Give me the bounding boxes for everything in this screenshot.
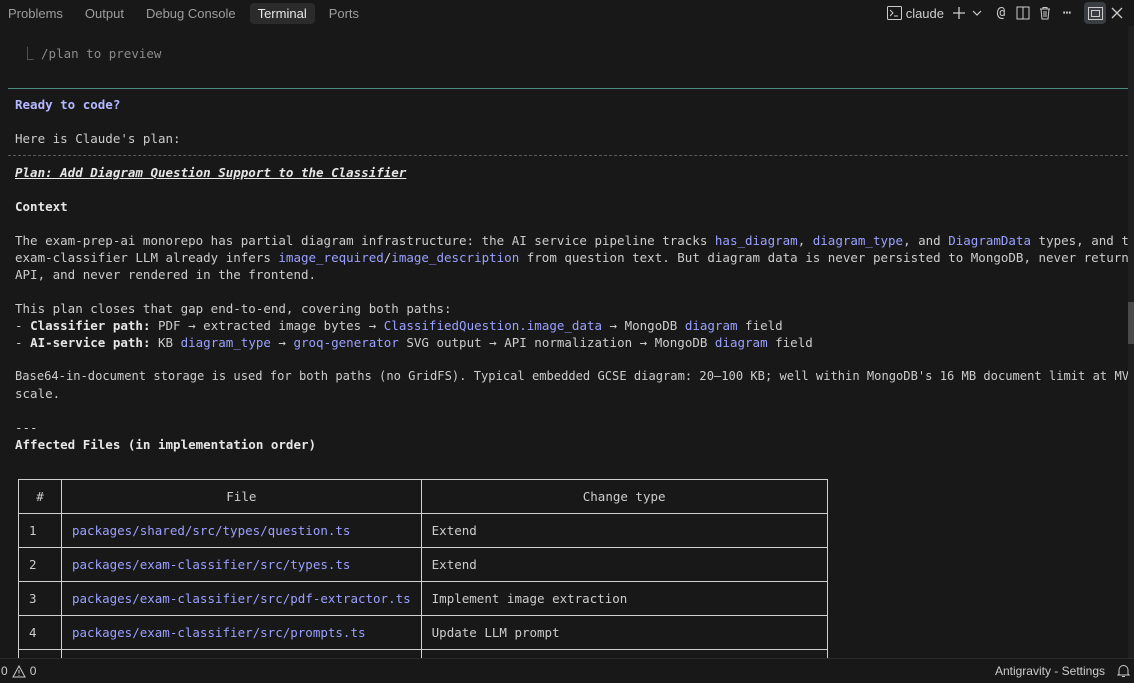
table-header: # <box>18 479 62 514</box>
close-icon[interactable] <box>1106 2 1128 24</box>
gap-line: This plan closes that gap end-to-end, co… <box>15 301 452 316</box>
preview-hint: ⎿ /plan to preview <box>21 46 162 61</box>
plan-title: Plan: Add Diagram Question Support to th… <box>15 165 407 180</box>
status-bar: 0 0 Antigravity - Settings <box>0 658 1134 683</box>
terminal-toolbar: claude @ ⋯ <box>883 2 1128 24</box>
scrollbar-thumb[interactable] <box>1128 302 1134 344</box>
table-header: File <box>61 479 422 514</box>
dashed-divider <box>8 155 1128 156</box>
table-row: 1 packages/shared/src/types/question.ts … <box>18 513 828 548</box>
table-cell: 2 <box>18 547 62 582</box>
context-heading: Context <box>15 199 68 214</box>
table-cell: Extend <box>420 547 828 582</box>
bell-icon[interactable] <box>1117 664 1130 678</box>
ready-prompt: Ready to code? <box>15 97 121 112</box>
table-row: 4 packages/exam-classifier/src/prompts.t… <box>18 615 828 650</box>
table-cell <box>61 649 422 658</box>
table-header: Change type <box>420 479 828 514</box>
maximize-icon[interactable] <box>1084 2 1106 24</box>
table-cell <box>420 649 828 658</box>
problems-status[interactable]: 0 0 <box>0 664 36 678</box>
tab-output[interactable]: Output <box>77 3 132 24</box>
warning-icon <box>11 664 26 677</box>
split-icon[interactable] <box>1012 2 1034 24</box>
terminal-selector[interactable]: claude <box>883 2 948 24</box>
plus-icon[interactable] <box>948 2 970 24</box>
table-cell: 4 <box>18 615 62 650</box>
base64-line-1: Base64-in-document storage is used for b… <box>15 369 1128 383</box>
terminal-name: claude <box>905 5 944 21</box>
table-cell: Extend <box>420 513 828 548</box>
chevron-down-icon[interactable] <box>970 2 984 24</box>
terminal-scrollbar[interactable] <box>1128 26 1134 658</box>
ai-service-path: - AI-service path: KB diagram_type → gro… <box>15 335 813 350</box>
context-line-1: The exam-prep-ai monorepo has partial di… <box>15 233 1128 248</box>
tab-debug-console[interactable]: Debug Console <box>138 3 244 24</box>
file-path[interactable]: packages/exam-classifier/src/prompts.ts <box>61 615 422 650</box>
table-row: 2 packages/exam-classifier/src/types.ts … <box>18 547 828 582</box>
panel-tabbar: Problems Output Debug Console Terminal P… <box>0 0 1134 26</box>
table-cell <box>18 649 62 658</box>
context-line-2: exam-classifier LLM already infers image… <box>15 250 1128 265</box>
tab-problems[interactable]: Problems <box>0 3 71 24</box>
classifier-path: - Classifier path: PDF → extracted image… <box>15 318 783 333</box>
divider <box>8 88 1128 89</box>
error-count: 0 <box>1 664 8 678</box>
terminal-output[interactable]: ⎿ /plan to preview Ready to code? Here i… <box>0 26 1128 658</box>
affected-heading: Affected Files (in implementation order) <box>15 437 317 452</box>
tab-ports[interactable]: Ports <box>321 3 367 24</box>
context-line-3: API, and never rendered in the frontend. <box>15 267 317 282</box>
tab-terminal[interactable]: Terminal <box>249 2 315 24</box>
separator: --- <box>15 420 38 435</box>
table-header-row: # File Change type <box>18 479 828 514</box>
file-path[interactable]: packages/exam-classifier/src/types.ts <box>61 547 422 582</box>
table-cell: Update LLM prompt <box>420 615 828 650</box>
settings-status[interactable]: Antigravity - Settings <box>995 664 1105 678</box>
table-cell: 3 <box>18 581 62 616</box>
table-cell: Implement image extraction <box>420 581 828 616</box>
base64-line-2: scale. <box>15 386 61 401</box>
table-row: 3 packages/exam-classifier/src/pdf-extra… <box>18 581 828 616</box>
at-icon[interactable]: @ <box>990 2 1012 24</box>
warning-count: 0 <box>29 664 37 678</box>
file-path[interactable]: packages/exam-classifier/src/pdf-extract… <box>61 581 422 616</box>
file-path[interactable]: packages/shared/src/types/question.ts <box>61 513 422 548</box>
table-row <box>18 649 828 658</box>
affected-files-table: # File Change type 1 packages/shared/src… <box>18 479 828 658</box>
trash-icon[interactable] <box>1034 2 1056 24</box>
terminal-icon <box>886 6 902 20</box>
more-icon[interactable]: ⋯ <box>1056 2 1078 24</box>
table-cell: 1 <box>18 513 62 548</box>
plan-intro: Here is Claude's plan: <box>15 131 181 146</box>
